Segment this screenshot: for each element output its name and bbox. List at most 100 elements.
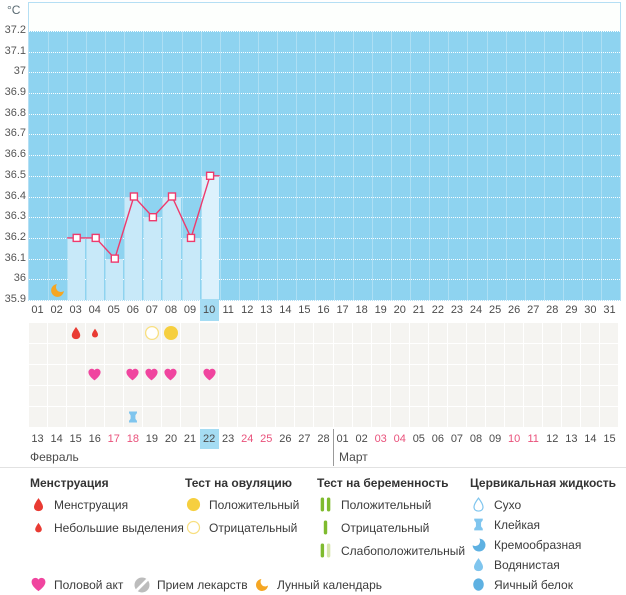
temp-point-day-08[interactable]: [167, 192, 177, 201]
grid-cell: [581, 364, 600, 385]
calendar-date-февраль-22[interactable]: 22: [199, 429, 219, 449]
calendar-date-февраль-18[interactable]: 18: [123, 429, 142, 449]
cycle-day-19[interactable]: 19: [371, 299, 390, 321]
calendar-date-март-04[interactable]: 04: [390, 429, 409, 449]
grid-cell: [276, 322, 295, 343]
temp-point-day-07[interactable]: [148, 212, 158, 222]
calendar-date-февраль-14[interactable]: 14: [47, 429, 66, 449]
grid-cell: [600, 364, 619, 385]
cycle-day-11[interactable]: 11: [219, 299, 238, 321]
moon-icon: [253, 577, 270, 593]
cycle-day-17[interactable]: 17: [333, 299, 352, 321]
calendar-date-март-11[interactable]: 11: [524, 429, 543, 449]
legend-item: Сухо: [470, 496, 521, 513]
grid-cell: [104, 343, 123, 364]
cycle-day-03[interactable]: 03: [66, 299, 85, 321]
cycle-day-13[interactable]: 13: [257, 299, 276, 321]
grid-cell: [219, 406, 238, 427]
cycle-day-04[interactable]: 04: [85, 299, 104, 321]
temp-point-day-03[interactable]: [72, 233, 81, 243]
cycle-day-16[interactable]: 16: [314, 299, 333, 321]
cycle-day-20[interactable]: 20: [390, 299, 409, 321]
cycle-day-26[interactable]: 26: [505, 299, 524, 321]
eggwhite-icon: [470, 577, 487, 592]
calendar-date-февраль-27[interactable]: 27: [295, 429, 314, 449]
y-axis-tick-label: 36.3: [4, 210, 26, 223]
cycle-day-28[interactable]: 28: [543, 299, 562, 321]
calendar-date-февраль-13[interactable]: 13: [28, 429, 47, 449]
calendar-date-март-10[interactable]: 10: [505, 429, 524, 449]
cycle-day-09[interactable]: 09: [181, 299, 200, 321]
cycle-day-22[interactable]: 22: [428, 299, 447, 321]
cycle-day-15[interactable]: 15: [295, 299, 314, 321]
grid-cell: [486, 385, 505, 406]
calendar-date-март-14[interactable]: 14: [581, 429, 600, 449]
temp-point-day-06[interactable]: [129, 192, 139, 201]
grid-cell: [28, 322, 47, 343]
legend-item: Положительный: [317, 496, 431, 513]
grid-cell: [371, 343, 390, 364]
legend-item: Лунный календарь: [253, 576, 382, 593]
calendar-date-февраль-24[interactable]: 24: [238, 429, 257, 449]
legend-item-label: Отрицательный: [341, 520, 430, 535]
grid-cell: [181, 343, 200, 364]
legend-item-label: Положительный: [209, 497, 300, 512]
cycle-day-01[interactable]: 01: [28, 299, 47, 321]
cycle-day-21[interactable]: 21: [409, 299, 428, 321]
calendar-date-март-09[interactable]: 09: [486, 429, 505, 449]
cycle-day-24[interactable]: 24: [466, 299, 485, 321]
calendar-date-март-15[interactable]: 15: [600, 429, 619, 449]
cycle-day-12[interactable]: 12: [238, 299, 257, 321]
calendar-date-февраль-26[interactable]: 26: [276, 429, 295, 449]
calendar-date-февраль-23[interactable]: 23: [219, 429, 238, 449]
cycle-day-08[interactable]: 08: [161, 299, 180, 321]
grid-cell: [47, 364, 66, 385]
y-axis-tick-label: 36.5: [4, 168, 26, 181]
grid-cell: [238, 343, 257, 364]
cycle-day-10[interactable]: 10: [199, 299, 219, 321]
cycle-day-14[interactable]: 14: [276, 299, 295, 321]
y-axis-tick-label: 36.7: [4, 127, 26, 140]
calendar-date-февраль-16[interactable]: 16: [85, 429, 104, 449]
legend-item-label: Прием лекарств: [157, 577, 248, 592]
cycle-day-06[interactable]: 06: [123, 299, 142, 321]
cycle-day-29[interactable]: 29: [562, 299, 581, 321]
calendar-date-март-06[interactable]: 06: [428, 429, 447, 449]
grid-cell: [85, 343, 104, 364]
calendar-date-март-02[interactable]: 02: [352, 429, 371, 449]
cycle-day-18[interactable]: 18: [352, 299, 371, 321]
calendar-date-февраль-21[interactable]: 21: [181, 429, 200, 449]
temp-point-day-09[interactable]: [186, 233, 196, 243]
cycle-day-02[interactable]: 02: [47, 299, 66, 321]
calendar-date-март-01[interactable]: 01: [333, 429, 352, 449]
grid-cell: [562, 322, 581, 343]
calendar-date-март-12[interactable]: 12: [543, 429, 562, 449]
calendar-date-февраль-25[interactable]: 25: [257, 429, 276, 449]
legend-item-label: Небольшие выделения: [54, 520, 184, 535]
calendar-date-февраль-28[interactable]: 28: [314, 429, 333, 449]
cycle-day-27[interactable]: 27: [524, 299, 543, 321]
calendar-date-февраль-15[interactable]: 15: [66, 429, 85, 449]
calendar-date-февраль-17[interactable]: 17: [104, 429, 123, 449]
calendar-date-февраль-20[interactable]: 20: [161, 429, 180, 449]
legend: Менструация Менструация Небольшие выделени…: [0, 470, 626, 595]
cycle-day-25[interactable]: 25: [486, 299, 505, 321]
temp-point-day-10[interactable]: [205, 171, 215, 181]
cycle-day-23[interactable]: 23: [447, 299, 466, 321]
y-axis-tick-label: 37.1: [4, 44, 26, 57]
cycle-day-31[interactable]: 31: [600, 299, 619, 321]
cycle-day-30[interactable]: 30: [581, 299, 600, 321]
grid-cell: [390, 406, 409, 427]
temp-point-day-05[interactable]: [110, 254, 120, 263]
cervical-fluid-icon: [126, 410, 140, 424]
calendar-date-март-13[interactable]: 13: [562, 429, 581, 449]
calendar-date-февраль-19[interactable]: 19: [142, 429, 161, 449]
cycle-day-05[interactable]: 05: [104, 299, 123, 321]
calendar-date-март-05[interactable]: 05: [409, 429, 428, 449]
calendar-date-март-03[interactable]: 03: [371, 429, 390, 449]
temp-point-day-04[interactable]: [91, 233, 100, 243]
legend-item: Менструация: [30, 496, 128, 513]
calendar-date-март-07[interactable]: 07: [447, 429, 466, 449]
calendar-date-март-08[interactable]: 08: [466, 429, 485, 449]
cycle-day-07[interactable]: 07: [142, 299, 161, 321]
